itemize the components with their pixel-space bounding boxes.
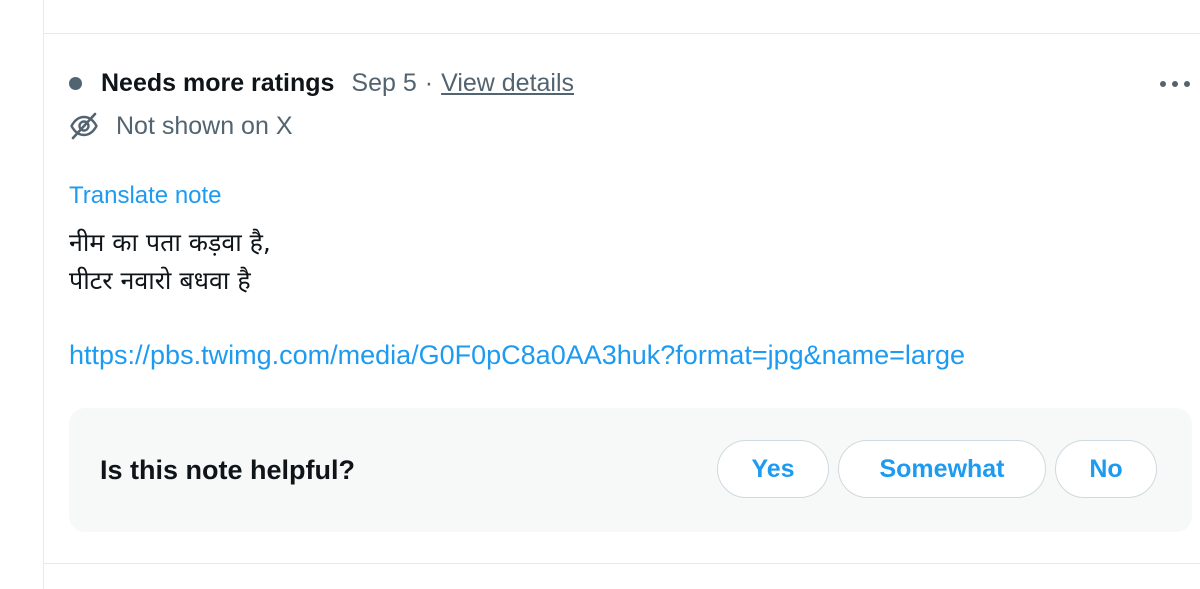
timeline-left-border [43,0,44,589]
status-dot-icon [69,76,82,90]
translate-note-link[interactable]: Translate note [69,182,222,210]
somewhat-button[interactable]: Somewhat [838,440,1046,498]
note-date: Sep 5 [351,68,417,97]
eye-slash-icon [70,112,98,140]
visibility-status-row: Not shown on X [69,111,293,141]
note-body: नीम का पता कड़वा है, पीटर नवारो बधवा है [69,224,271,300]
view-details-link[interactable]: View details [441,69,574,98]
meta-separator: · [424,68,434,97]
note-status-row: Needs more ratings Sep 5 · View details [69,68,574,98]
yes-button[interactable]: Yes [717,440,829,498]
helpful-rating-panel: Is this note helpful? Yes Somewhat No [69,408,1192,532]
more-horizontal-icon [1160,81,1190,87]
visibility-text: Not shown on X [116,111,293,140]
helpful-question: Is this note helpful? [100,455,355,485]
more-options-button[interactable] [1155,70,1195,98]
note-body-line: नीम का पता कड़वा है, [69,228,271,257]
note-status-label: Needs more ratings [101,68,335,97]
community-note-page: Needs more ratings Sep 5 · View details … [0,0,1200,589]
no-button[interactable]: No [1055,440,1157,498]
note-body-line: पीटर नवारो बधवा है [69,266,251,295]
note-source-link[interactable]: https://pbs.twimg.com/media/G0F0pC8a0AA3… [69,340,965,371]
top-divider [44,33,1200,34]
bottom-divider [44,563,1200,564]
